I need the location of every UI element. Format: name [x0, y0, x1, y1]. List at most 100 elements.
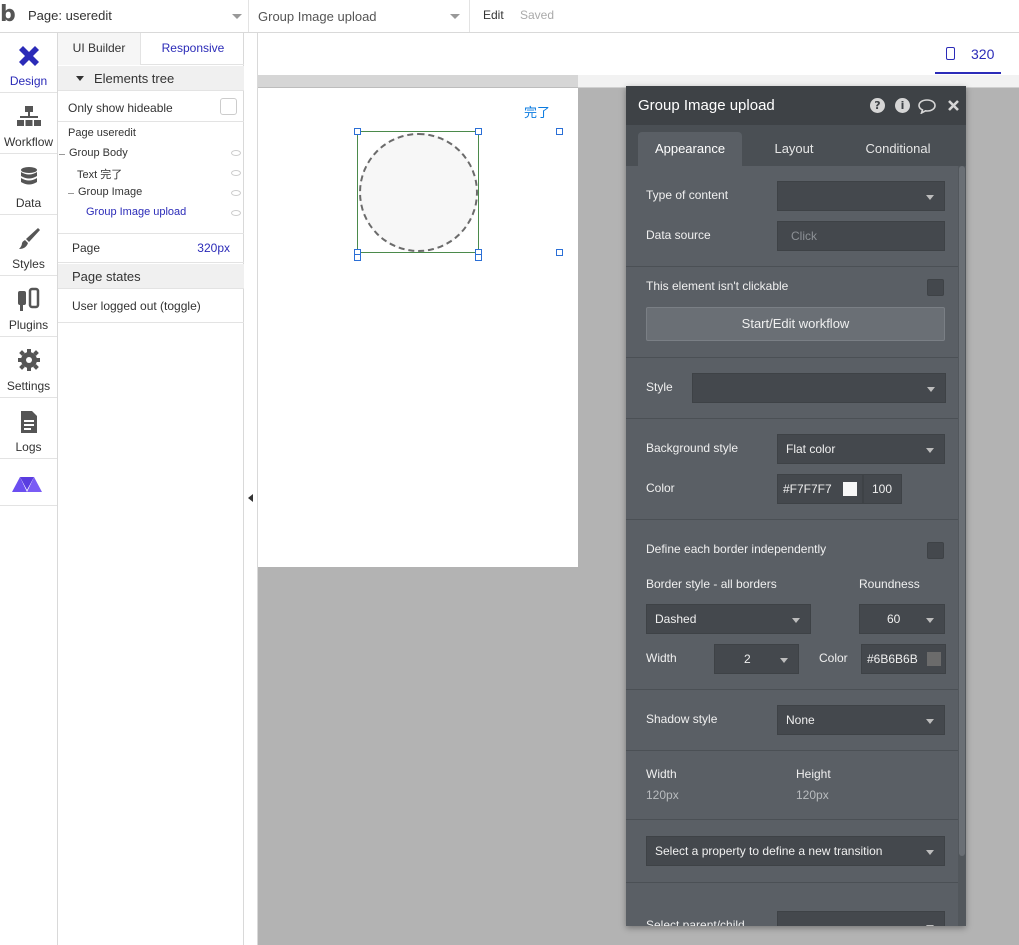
tree-item-text[interactable]: Text 完了 [77, 166, 122, 182]
only-show-hideable-checkbox[interactable] [220, 98, 237, 115]
transition-property-dropdown[interactable]: Select a property to define a new transi… [646, 836, 945, 866]
eye-icon[interactable] [231, 170, 241, 176]
scrollbar-thumb[interactable] [959, 166, 965, 856]
chevron-down-icon [926, 850, 934, 855]
border-independent-checkbox[interactable] [927, 542, 944, 559]
saved-status: Saved [520, 8, 555, 22]
nav-design-label: Design [9, 74, 48, 88]
select-parent-child-label: Select parent/child [646, 918, 745, 926]
page-selector-label: Page: useredit [28, 8, 112, 23]
roundness-value: 60 [887, 612, 901, 626]
section-divider [626, 266, 958, 267]
type-of-content-dropdown[interactable] [777, 181, 945, 211]
tree-item-group-body[interactable]: Group Body [69, 147, 128, 159]
nav-bubble-brand[interactable] [0, 460, 57, 506]
elements-tree-header[interactable]: Elements tree [58, 66, 244, 91]
background-style-dropdown[interactable]: Flat color [777, 434, 945, 464]
resize-handle[interactable] [475, 254, 482, 261]
start-edit-workflow-button[interactable]: Start/Edit workflow [646, 307, 945, 341]
nav-plugins[interactable]: Plugins [0, 277, 57, 337]
eye-icon[interactable] [231, 150, 241, 156]
property-editor-header[interactable]: Group Image upload ? i [626, 86, 966, 125]
background-color-hex: #F7F7F7 [783, 482, 832, 496]
border-width-value: 2 [744, 652, 751, 666]
panel-collapse-handle[interactable] [244, 33, 258, 945]
canvas-toolbar [258, 33, 1019, 75]
nav-workflow[interactable]: Workflow [0, 94, 57, 154]
border-color-input[interactable]: #6B6B6B [861, 644, 946, 674]
tab-conditional[interactable]: Conditional [846, 132, 950, 166]
info-icon[interactable]: i [895, 98, 910, 113]
not-clickable-label: This element isn't clickable [646, 279, 789, 293]
data-source-input[interactable]: Click [777, 221, 945, 251]
page-selector[interactable]: Page: useredit [21, 0, 249, 32]
section-divider [626, 357, 958, 358]
select-parent-child-dropdown[interactable] [777, 911, 945, 926]
section-divider [626, 689, 958, 690]
chevron-down-icon [450, 14, 460, 19]
not-clickable-checkbox[interactable] [927, 279, 944, 296]
shadow-style-dropdown[interactable]: None [777, 705, 945, 735]
resize-handle[interactable] [556, 128, 563, 135]
comment-icon[interactable] [918, 98, 936, 114]
chevron-down-icon [926, 618, 934, 623]
style-dropdown[interactable] [692, 373, 946, 403]
background-color-swatch[interactable] [843, 482, 857, 496]
page-state-label: User logged out (toggle) [72, 299, 201, 313]
chevron-down-icon [927, 387, 935, 392]
roundness-label: Roundness [859, 577, 920, 591]
resize-handle[interactable] [354, 254, 361, 261]
page-state-item[interactable]: User logged out (toggle) [58, 290, 244, 323]
document-icon [21, 411, 37, 433]
device-width-value: 320 [971, 46, 995, 62]
panel-tabs: UI Builder Responsive [58, 33, 244, 65]
gear-icon [18, 349, 40, 371]
tab-layout[interactable]: Layout [752, 132, 836, 166]
background-color-input[interactable]: #F7F7F7 [777, 474, 863, 504]
workflow-icon [17, 106, 41, 126]
border-color-label: Color [819, 651, 848, 665]
eye-icon[interactable] [231, 210, 241, 216]
chevron-down-icon [792, 618, 800, 623]
border-color-swatch[interactable] [927, 652, 941, 666]
border-style-dropdown[interactable]: Dashed [646, 604, 811, 634]
edit-menu-button[interactable]: Edit [483, 8, 504, 22]
tree-connector [68, 193, 74, 194]
resize-handle[interactable] [354, 128, 361, 135]
nav-data[interactable]: Data [0, 155, 57, 215]
border-style-value: Dashed [655, 612, 697, 626]
height-value: 120px [796, 788, 829, 802]
bubble-logo[interactable]: b [0, 3, 20, 27]
tab-ui-builder[interactable]: UI Builder [58, 33, 141, 65]
tab-responsive[interactable]: Responsive [142, 33, 244, 65]
nav-settings[interactable]: Settings [0, 338, 57, 398]
selection-outline [357, 131, 479, 253]
nav-design[interactable]: Design [0, 33, 57, 93]
only-show-hideable-label: Only show hideable [68, 101, 173, 115]
roundness-dropdown[interactable]: 60 [859, 604, 945, 634]
device-width-selector[interactable]: 320 [935, 33, 1001, 74]
background-style-value: Flat color [786, 442, 836, 456]
border-width-dropdown[interactable]: 2 [714, 644, 799, 674]
canvas-text-done[interactable]: 完了 [524, 102, 550, 121]
elements-tree-title: Elements tree [94, 71, 175, 86]
tree-item-page[interactable]: Page useredit [68, 127, 136, 139]
background-opacity-input[interactable]: 100 [863, 474, 902, 504]
tab-appearance[interactable]: Appearance [638, 132, 742, 166]
chevron-down-icon [926, 925, 934, 926]
resize-handle[interactable] [475, 128, 482, 135]
nav-styles[interactable]: Styles [0, 216, 57, 276]
close-icon[interactable] [947, 99, 960, 112]
page-width-row[interactable]: Page 320px [58, 233, 244, 263]
tree-item-group-image-upload[interactable]: Group Image upload [86, 206, 186, 218]
eye-icon[interactable] [231, 190, 241, 196]
color-label: Color [646, 481, 675, 495]
resize-handle[interactable] [556, 249, 563, 256]
section-divider [626, 418, 958, 419]
element-selector[interactable]: Group Image upload [250, 0, 470, 32]
nav-logs[interactable]: Logs [0, 399, 57, 459]
property-editor-scrollbar[interactable] [958, 166, 966, 926]
tree-item-group-image[interactable]: Group Image [78, 186, 142, 198]
property-editor: Group Image upload ? i Appearance Layout… [626, 86, 966, 926]
help-icon[interactable]: ? [870, 98, 885, 113]
